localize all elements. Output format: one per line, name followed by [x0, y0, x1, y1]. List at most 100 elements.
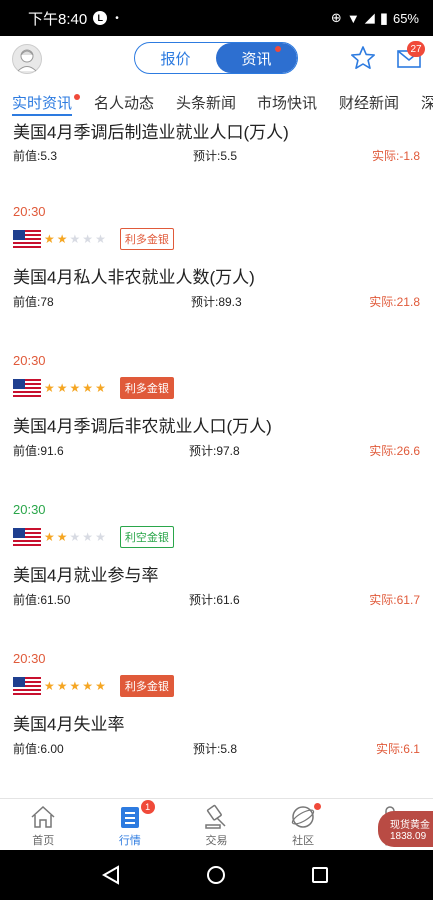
tab-headlines[interactable]: 头条新闻	[176, 92, 236, 113]
item-time: 20:30	[13, 204, 46, 219]
community-icon	[291, 806, 315, 828]
forecast-value: 预计:89.3	[191, 295, 242, 309]
nav-community[interactable]: 社区	[260, 799, 347, 851]
battery-percent: 65%	[392, 10, 419, 26]
nav-label: 社区	[292, 835, 315, 847]
home-circle-icon[interactable]	[207, 866, 225, 884]
star-icon: ★	[82, 232, 94, 246]
impact-tag: 利多金银	[119, 228, 174, 250]
item-meta: ★ ★ ★ ★ ★ 利多金银	[13, 377, 174, 399]
nav-badge: 1	[140, 800, 155, 814]
importance-stars: ★ ★ ★ ★ ★	[44, 680, 106, 692]
nav-home[interactable]: 首页	[0, 799, 87, 851]
floating-gold-price[interactable]: 现货黄金 1838.09	[378, 811, 433, 847]
star-icon: ★	[69, 679, 81, 693]
signal-icon: ◢	[364, 10, 375, 25]
top-header: 报价 资讯 27	[0, 36, 433, 86]
tab-more[interactable]: 深	[421, 92, 433, 113]
news-feed[interactable]: 美国4月季调后制造业就业人口(万人) 前值:5.3 预计:5.5 实际:-1.8…	[0, 118, 433, 798]
star-icon: ★	[82, 530, 94, 544]
impact-tag: 利多金银	[119, 377, 174, 399]
tab-celebrity[interactable]: 名人动态	[94, 92, 154, 113]
nav-label: 首页	[32, 835, 55, 847]
actual-value: 实际:6.1	[375, 742, 420, 756]
star-icon: ★	[69, 232, 81, 246]
impact-tag: 利多金银	[119, 675, 174, 697]
us-flag-icon	[13, 677, 41, 695]
item-meta: ★ ★ ★ ★ ★ 利空金银	[13, 526, 174, 548]
back-icon[interactable]	[101, 865, 119, 885]
tab-finance-news[interactable]: 财经新闻	[339, 92, 399, 113]
trade-icon	[205, 804, 227, 829]
wifi-icon: ▼	[346, 10, 360, 26]
app-screen: 报价 资讯 27 实时资讯 名人动态 头条新闻 市场快讯 财经新闻 深 美国4月…	[0, 36, 433, 798]
forecast-value: 预计:97.8	[189, 444, 240, 458]
item-title: 美国4月季调后非农就业人口(万人)	[13, 417, 272, 436]
star-icon: ★	[95, 530, 106, 544]
list-item[interactable]: 20:30 ★ ★ ★ ★ ★ 利多金银 美国4月私人非农就业人数(万人) 前值…	[0, 204, 433, 344]
star-icon: ★	[95, 232, 106, 246]
tab-underline	[12, 114, 73, 116]
quotes-icon	[120, 807, 139, 828]
star-icon: ★	[56, 530, 68, 544]
item-time: 20:30	[13, 502, 46, 517]
float-price-value: 1838.09	[390, 831, 427, 842]
nav-quotes[interactable]: 1 行情	[87, 799, 174, 851]
item-time: 20:30	[13, 651, 46, 666]
status-bar: 下午8:40 L • ⊕ ▼ ◢ ▮ 65%	[0, 0, 433, 36]
star-icon: ★	[56, 381, 68, 395]
impact-tag: 利空金银	[119, 526, 174, 548]
star-icon: ★	[69, 530, 81, 544]
avatar[interactable]	[12, 44, 42, 74]
actual-value: 实际:26.6	[369, 444, 420, 458]
bottom-nav: 首页 1 行情 交易 社区 我	[0, 798, 433, 851]
forecast-value: 预计:5.8	[193, 742, 238, 756]
tab-label: 实时资讯	[12, 95, 73, 112]
importance-stars: ★ ★ ★ ★ ★	[44, 382, 106, 394]
tab-dot	[74, 94, 81, 100]
battery-icon: ▮	[379, 10, 388, 27]
star-icon: ★	[82, 381, 94, 395]
prev-value: 前值:5.3	[13, 149, 58, 163]
importance-stars: ★ ★ ★ ★ ★	[44, 531, 106, 543]
system-nav-icons	[101, 865, 328, 885]
forecast-value: 预计:61.6	[189, 593, 240, 607]
star-icon: ★	[82, 679, 94, 693]
item-title: 美国4月失业率	[13, 715, 125, 734]
list-item[interactable]: 20:30 ★ ★ ★ ★ ★ 利空金银 美国4月就业参与率 前值:61.50 …	[0, 502, 433, 642]
tab-label: 财经新闻	[339, 95, 400, 112]
star-icon: ★	[56, 232, 68, 246]
nav-trade[interactable]: 交易	[173, 799, 260, 851]
importance-stars: ★ ★ ★ ★ ★	[44, 233, 106, 245]
notification-dot: •	[115, 12, 119, 24]
star-icon: ★	[44, 381, 55, 395]
forecast-value: 预计:5.5	[193, 149, 238, 163]
actual-value: 实际:-1.8	[371, 149, 420, 163]
status-right: ⊕ ▼ ◢ ▮ 65%	[331, 9, 419, 27]
tab-realtime[interactable]: 实时资讯	[12, 92, 81, 116]
tab-market-flash[interactable]: 市场快讯	[257, 92, 317, 113]
actual-value: 实际:21.8	[369, 295, 420, 309]
tab-label: 名人动态	[94, 95, 155, 112]
list-item[interactable]: 20:30 ★ ★ ★ ★ ★ 利多金银 美国4月失业率 前值:6.00 预计:…	[0, 651, 433, 791]
item-title: 美国4月私人非农就业人数(万人)	[13, 268, 255, 287]
star-icon: ★	[69, 381, 81, 395]
actual-value: 实际:61.7	[369, 593, 420, 607]
segment-quotes[interactable]: 报价	[135, 43, 216, 73]
tab-label: 市场快讯	[257, 95, 318, 112]
recents-icon[interactable]	[312, 867, 328, 883]
alarm-icon: ⊕	[330, 10, 342, 25]
tab-label: 头条新闻	[176, 95, 237, 112]
list-item[interactable]: 美国4月季调后制造业就业人口(万人) 前值:5.3 预计:5.5 实际:-1.8	[0, 118, 433, 198]
star-icon: ★	[44, 232, 55, 246]
us-flag-icon	[13, 230, 41, 248]
segment-news-dot	[275, 46, 281, 52]
us-flag-icon	[13, 528, 41, 546]
status-time: 下午8:40	[28, 10, 88, 28]
star-icon: ★	[56, 679, 68, 693]
star-icon: ★	[44, 530, 55, 544]
item-meta: ★ ★ ★ ★ ★ 利多金银	[13, 228, 174, 250]
list-item[interactable]: 20:30 ★ ★ ★ ★ ★ 利多金银 美国4月季调后非农就业人口(万人) 前…	[0, 353, 433, 493]
segment-news[interactable]: 资讯	[216, 43, 297, 73]
star-outline-icon[interactable]	[350, 45, 376, 71]
